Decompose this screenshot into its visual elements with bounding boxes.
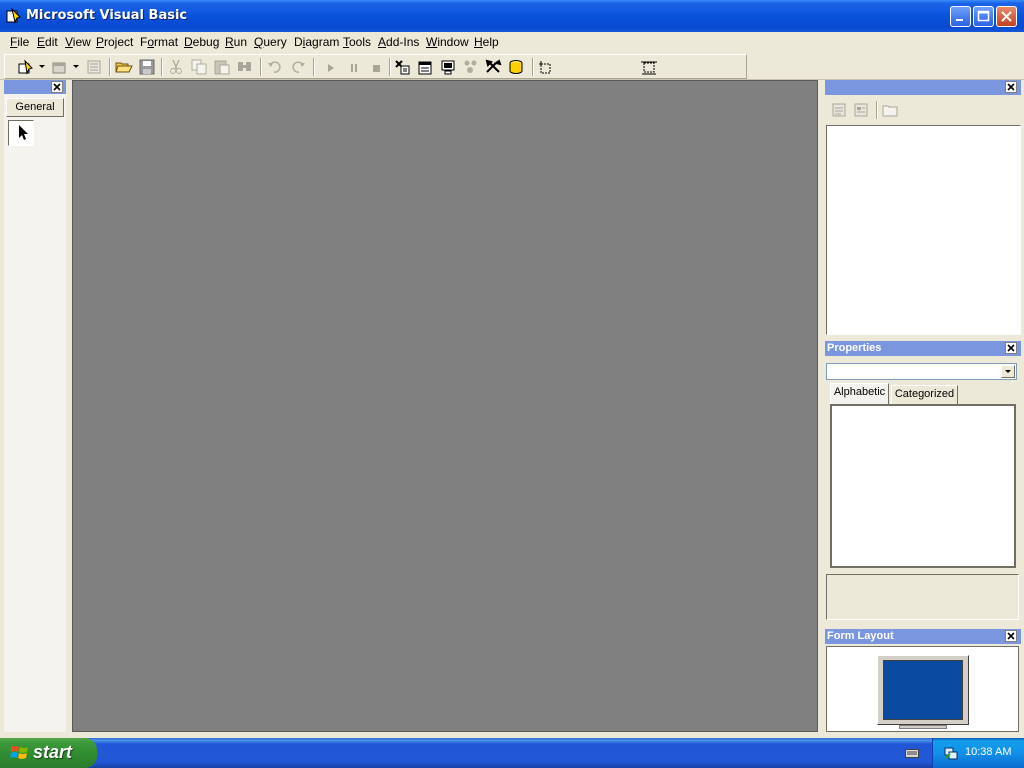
break-icon[interactable] <box>345 58 363 76</box>
close-icon <box>1007 83 1015 91</box>
undo-icon[interactable] <box>266 58 284 76</box>
menu-project[interactable]: Project <box>96 35 133 49</box>
menu-add-ins[interactable]: Add-Ins <box>378 35 419 49</box>
object-browser-icon[interactable] <box>462 58 480 76</box>
object-selector-dropdown[interactable] <box>826 363 1017 380</box>
menu-help[interactable]: Help <box>474 35 499 49</box>
redo-icon[interactable] <box>289 58 307 76</box>
taskbar: start 10:38 AM <box>0 738 1024 768</box>
menu-query[interactable]: Query <box>254 35 287 49</box>
menu-bar: File Edit View Project Format Debug Run … <box>0 32 1024 52</box>
start-run-icon[interactable] <box>322 58 340 76</box>
property-description-pane <box>826 574 1019 620</box>
minimize-button[interactable] <box>950 6 971 27</box>
menu-file[interactable]: File <box>10 35 29 49</box>
right-dock: Properties Alphabetic Categorized Form L… <box>825 80 1021 732</box>
tab-alphabetic[interactable]: Alphabetic <box>830 383 889 404</box>
toolbox-close-button[interactable] <box>51 81 63 93</box>
open-folder-icon[interactable] <box>115 58 133 76</box>
start-button[interactable]: start <box>0 738 97 768</box>
title-bar[interactable]: Microsoft Visual Basic <box>0 0 1024 32</box>
network-icon[interactable] <box>943 745 959 761</box>
monitor-screen[interactable] <box>883 660 963 720</box>
toolbox-header <box>4 80 66 94</box>
properties-close-button[interactable] <box>1005 342 1017 354</box>
project-explorer-toolbar <box>825 96 1021 124</box>
mdi-workspace[interactable] <box>72 80 818 732</box>
menu-diagram[interactable]: Diagram <box>294 35 339 49</box>
tab-categorized[interactable]: Categorized <box>891 385 958 404</box>
maximize-icon <box>977 10 990 22</box>
copy-icon[interactable] <box>190 58 208 76</box>
data-view-icon[interactable] <box>507 58 525 76</box>
maximize-button[interactable] <box>973 6 994 27</box>
form-layout-icon[interactable] <box>439 58 457 76</box>
start-label: start <box>33 742 73 762</box>
minimize-icon <box>956 19 963 21</box>
project-tree[interactable] <box>826 125 1021 335</box>
close-icon <box>53 83 61 91</box>
close-icon <box>1007 632 1015 640</box>
cut-icon[interactable] <box>167 58 185 76</box>
close-icon <box>1007 344 1015 352</box>
position-icon[interactable] <box>536 58 554 76</box>
add-project-icon[interactable] <box>17 58 35 76</box>
add-form-icon[interactable] <box>51 58 69 76</box>
windows-logo-icon <box>10 746 28 759</box>
form-layout-title: Form Layout <box>827 630 894 642</box>
properties-title: Properties <box>827 342 882 354</box>
toggle-folders-icon[interactable] <box>882 102 898 118</box>
clock[interactable]: 10:38 AM <box>965 746 1011 758</box>
menu-tools[interactable]: Tools <box>343 35 371 49</box>
monitor-preview <box>877 655 969 725</box>
project-explorer-close-button[interactable] <box>1005 81 1017 93</box>
close-button[interactable] <box>996 6 1017 27</box>
object-selector-dropdown-button[interactable] <box>1001 365 1015 378</box>
menu-run[interactable]: Run <box>225 35 247 49</box>
keyboard-icon[interactable] <box>905 747 919 759</box>
menu-view[interactable]: View <box>65 35 91 49</box>
project-explorer-icon[interactable] <box>393 58 411 76</box>
view-code-icon[interactable] <box>831 102 847 118</box>
find-icon[interactable] <box>236 58 254 76</box>
dropdown-arrow-icon[interactable] <box>39 65 45 69</box>
close-icon <box>1001 11 1012 22</box>
toolbox-general-tab[interactable]: General <box>6 98 64 117</box>
save-icon[interactable] <box>138 58 156 76</box>
size-icon[interactable] <box>640 58 658 76</box>
toolbox-icon[interactable] <box>484 58 502 76</box>
vb-ide-window: Microsoft Visual Basic File Edit View Pr… <box>0 0 1024 768</box>
paste-icon[interactable] <box>213 58 231 76</box>
form-layout-header: Form Layout <box>825 629 1021 644</box>
toolbox-panel: General <box>4 80 66 732</box>
menu-edit[interactable]: Edit <box>37 35 58 49</box>
properties-window-icon[interactable] <box>416 58 434 76</box>
vb-app-icon <box>6 8 21 24</box>
menu-debug[interactable]: Debug <box>184 35 219 49</box>
system-tray: 10:38 AM <box>932 738 1024 768</box>
form-layout-close-button[interactable] <box>1005 630 1017 642</box>
view-object-icon[interactable] <box>853 102 869 118</box>
menu-format[interactable]: Format <box>140 35 178 49</box>
toolbar-area <box>0 53 1024 80</box>
window-title: Microsoft Visual Basic <box>26 8 188 23</box>
form-layout-area[interactable] <box>826 646 1019 732</box>
monitor-stand <box>899 725 947 729</box>
menu-window[interactable]: Window <box>426 35 469 49</box>
chevron-down-icon <box>1005 370 1011 373</box>
pointer-tool[interactable] <box>8 120 34 146</box>
end-icon[interactable] <box>367 58 385 76</box>
project-explorer-header <box>825 80 1021 95</box>
properties-header: Properties <box>825 341 1021 356</box>
properties-grid[interactable] <box>830 404 1016 568</box>
menu-editor-icon[interactable] <box>85 58 103 76</box>
dropdown-arrow-icon[interactable] <box>73 65 79 69</box>
pointer-icon <box>19 125 28 140</box>
standard-toolbar <box>4 54 747 79</box>
